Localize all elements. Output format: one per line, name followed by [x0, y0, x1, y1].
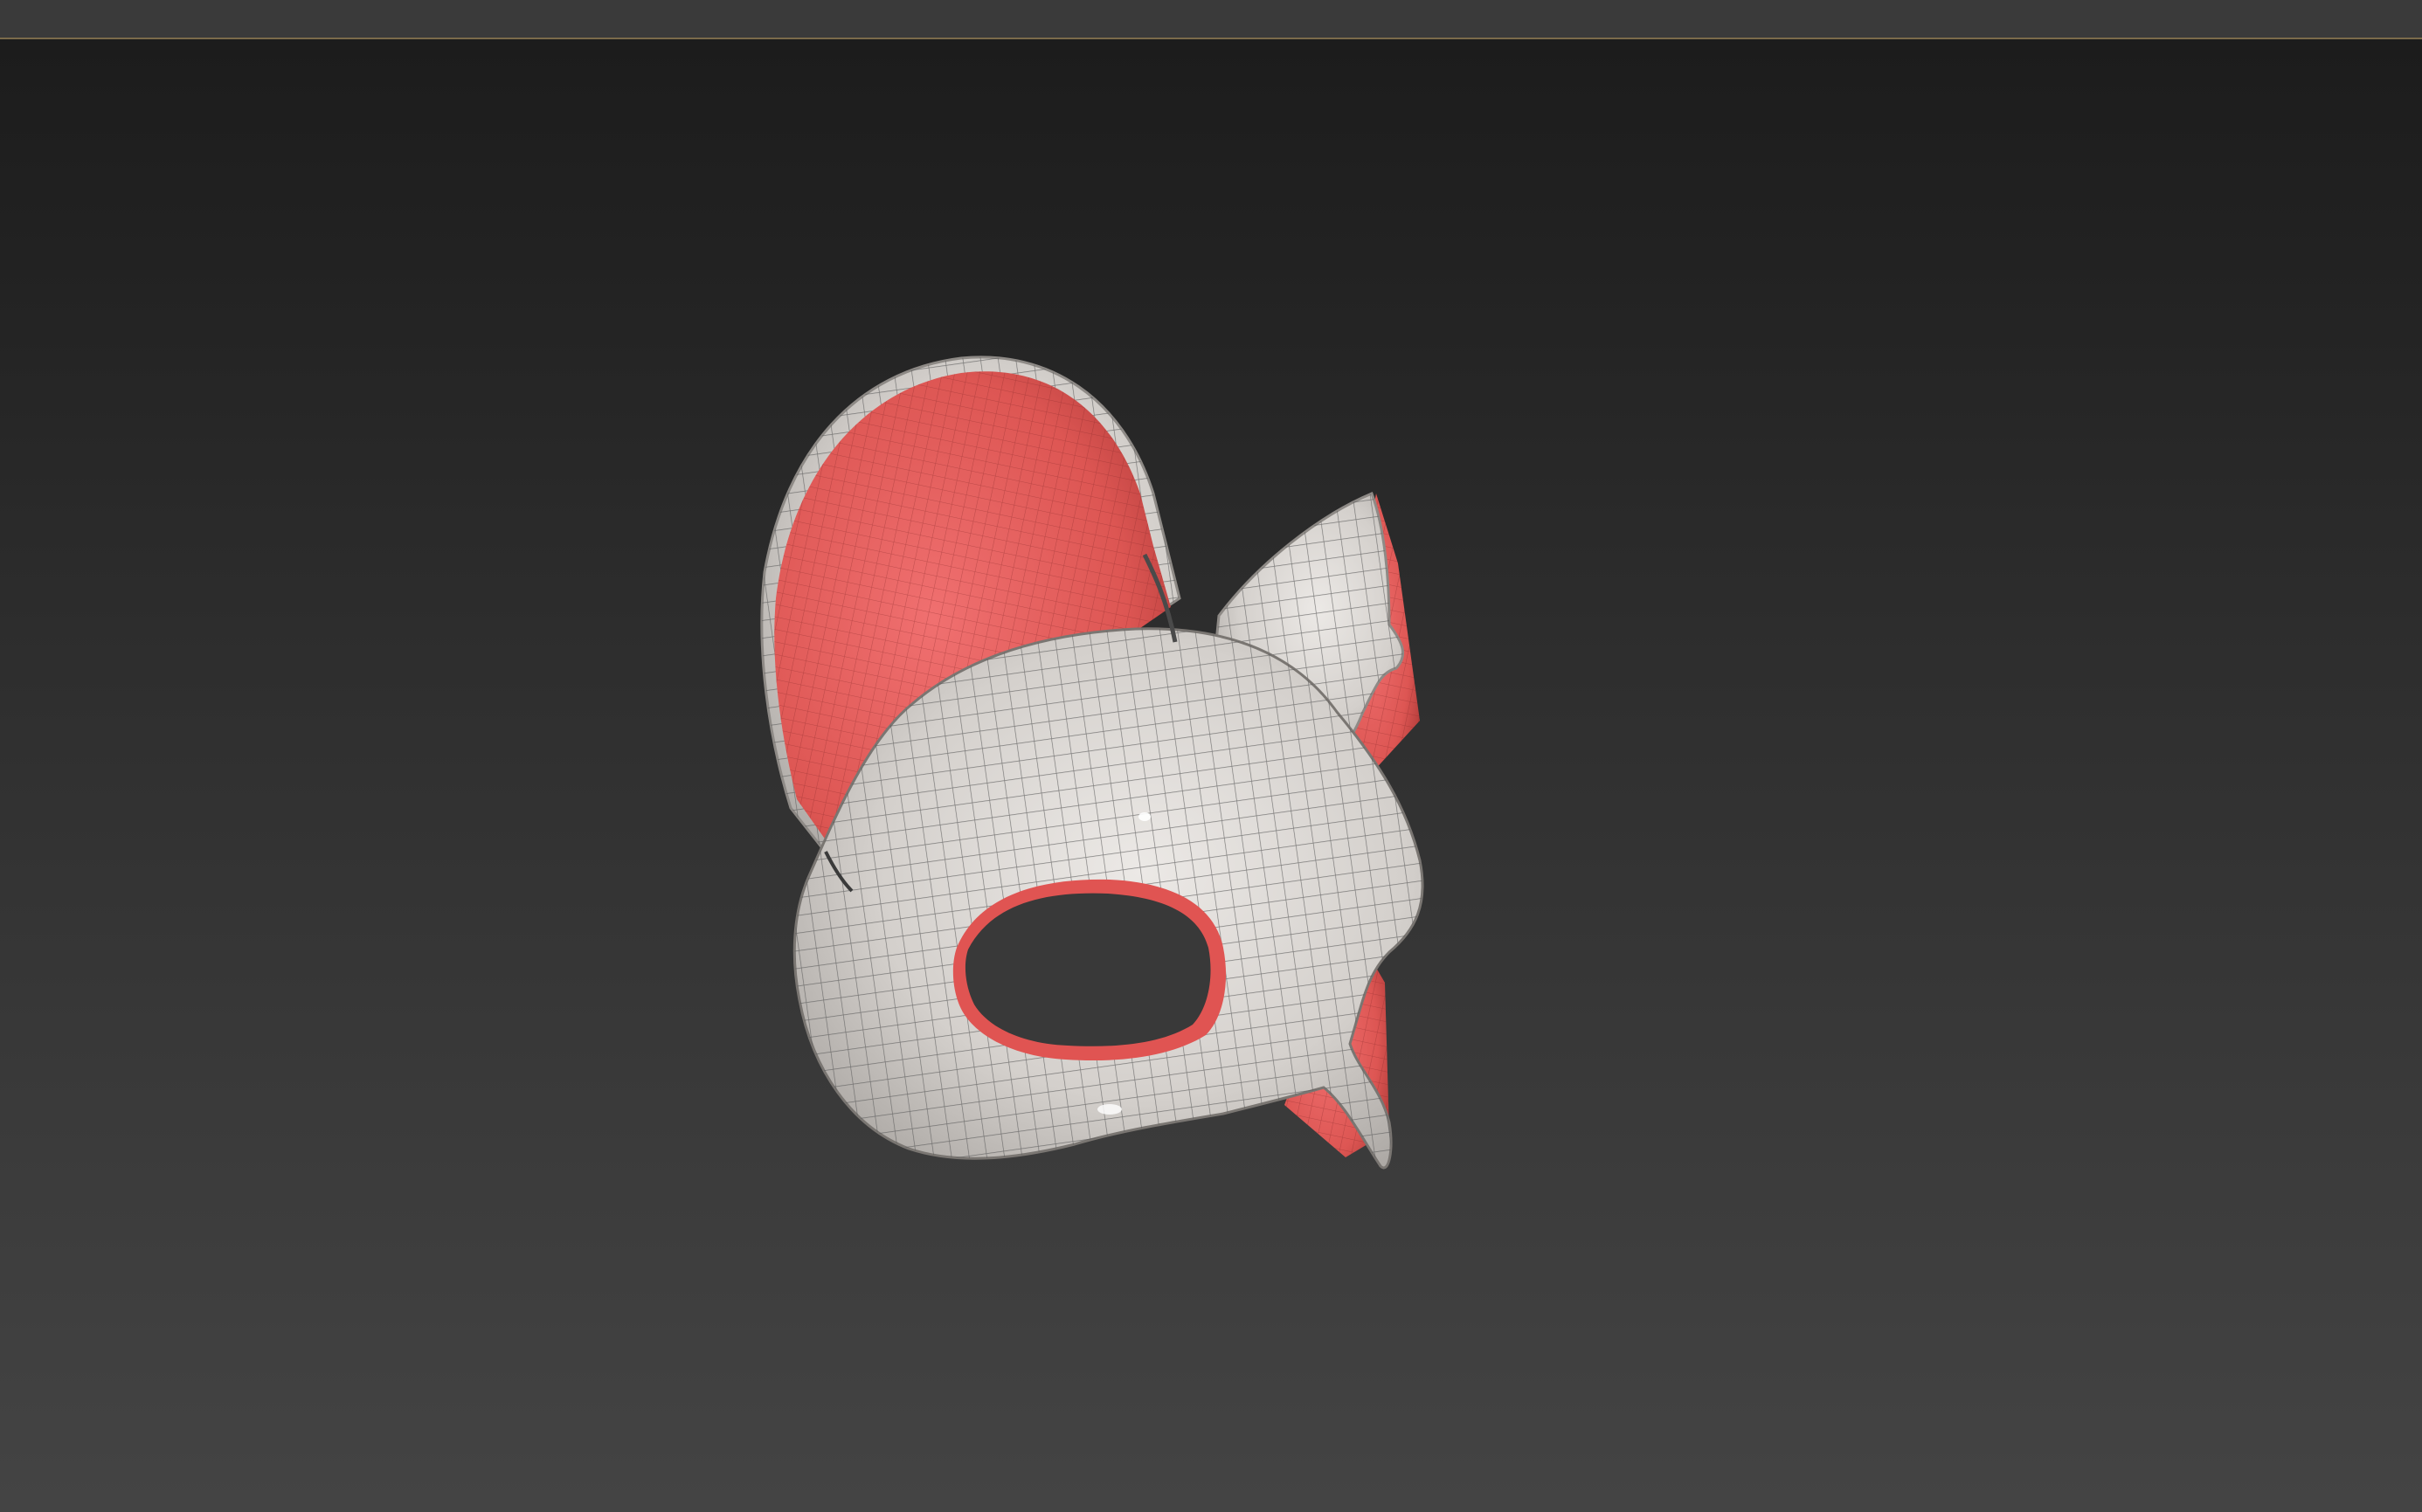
- viewport-top-bar: [0, 0, 2422, 39]
- eye-hole: [965, 893, 1211, 1046]
- 3d-viewport[interactable]: [0, 39, 2422, 1512]
- cat-mask-model[interactable]: [0, 39, 2422, 1512]
- app-window: [0, 0, 2422, 1512]
